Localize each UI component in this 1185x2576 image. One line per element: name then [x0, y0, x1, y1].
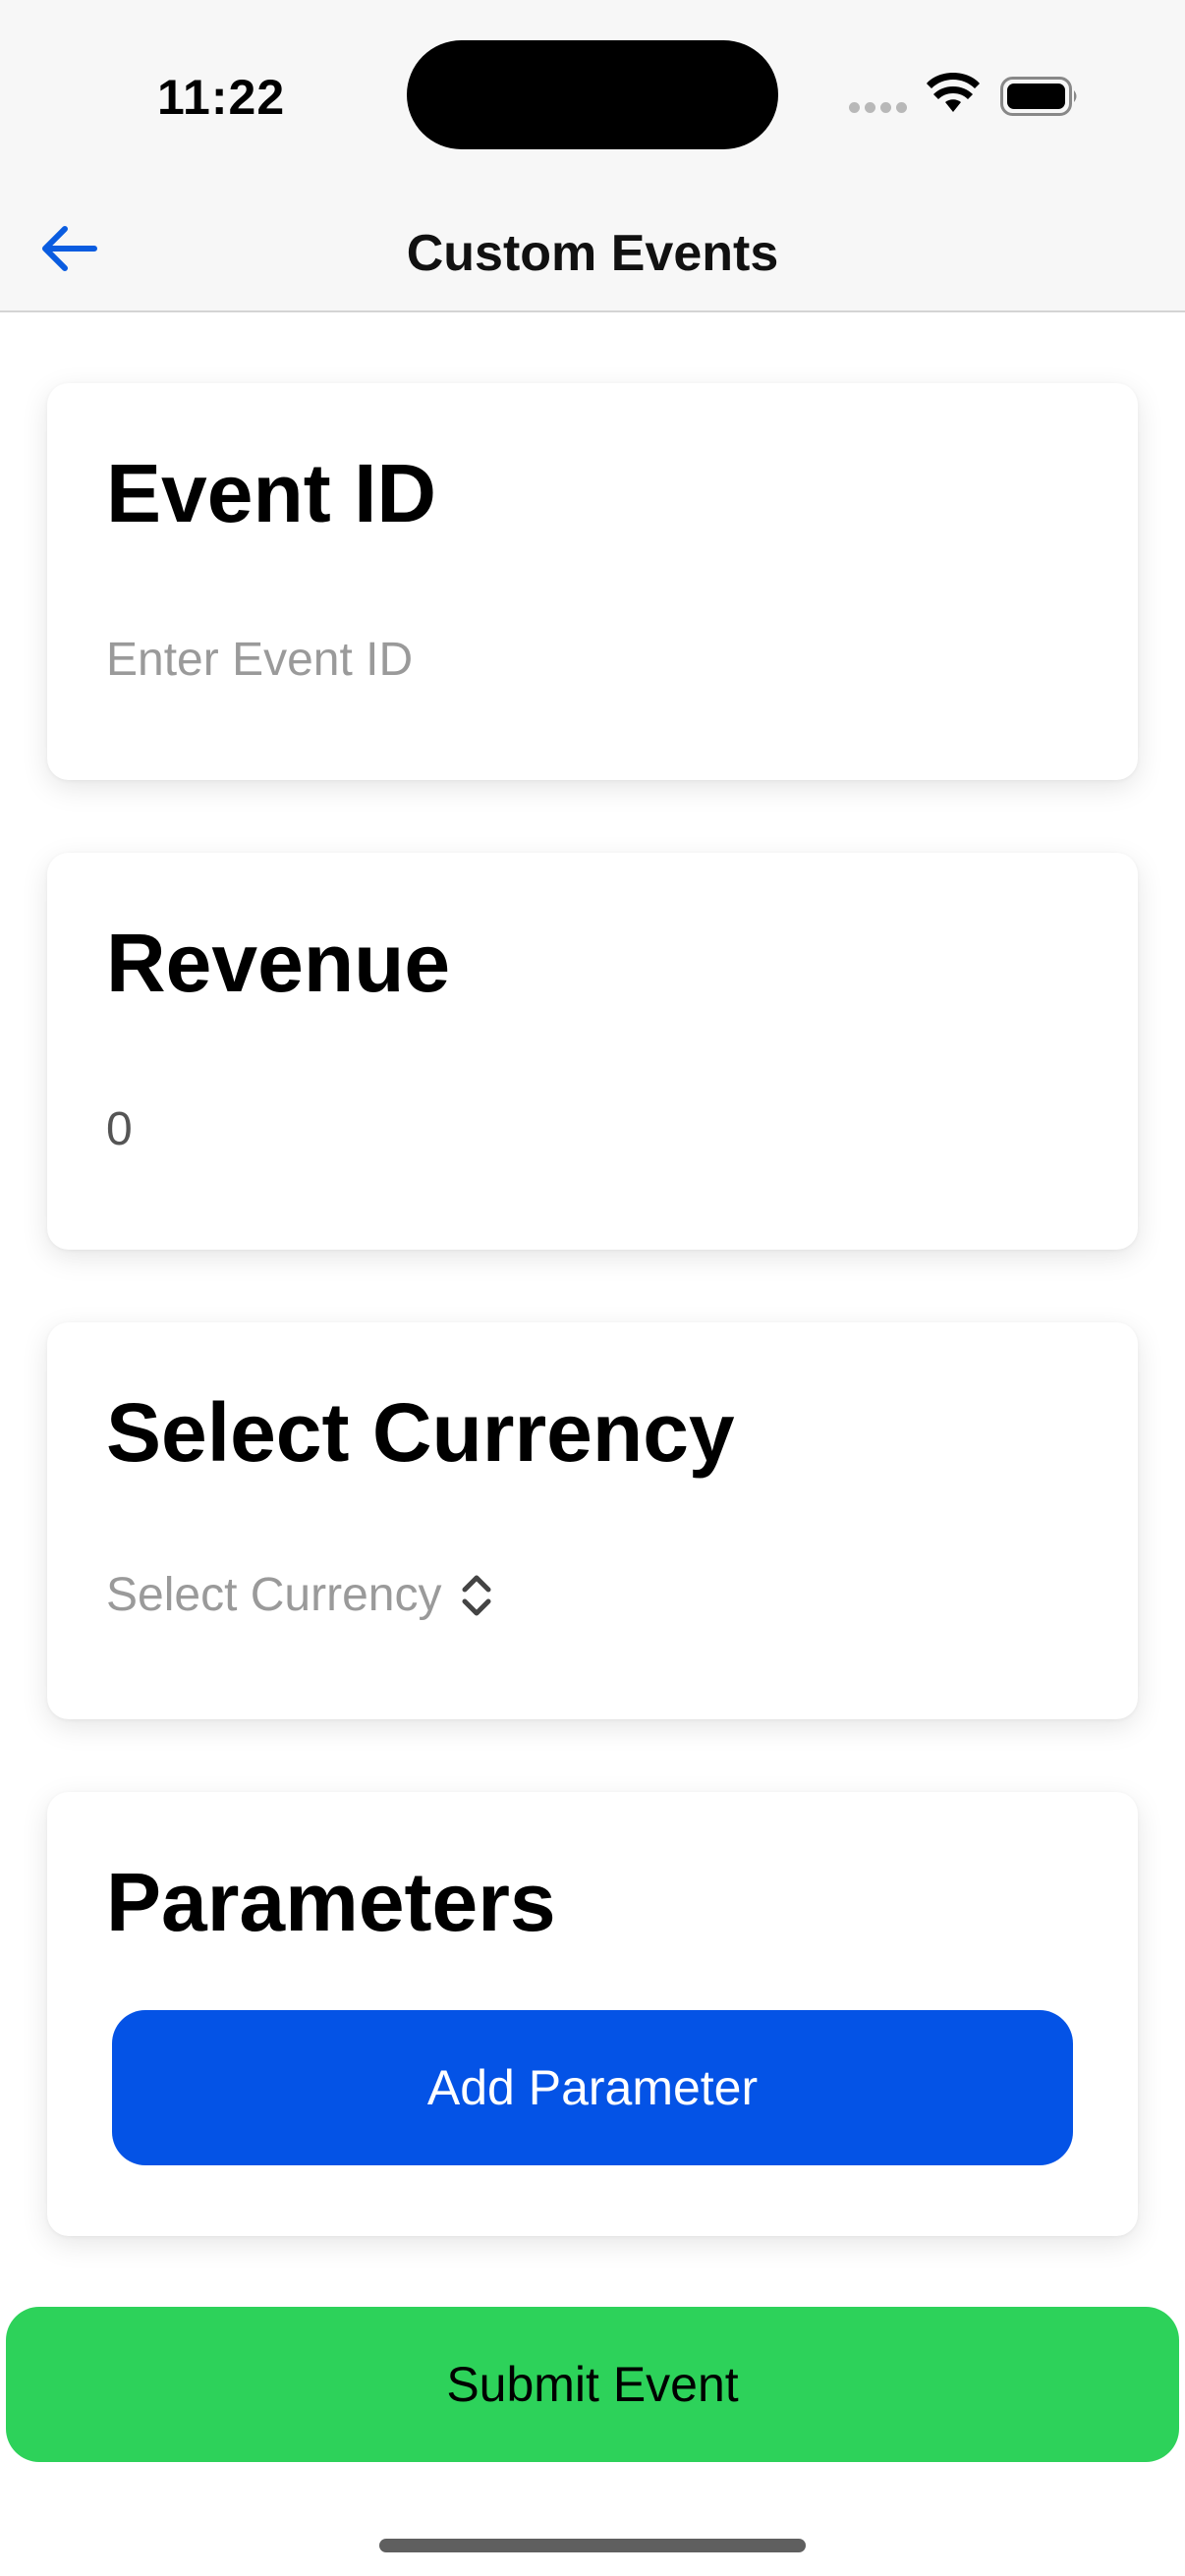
- currency-card: Select Currency Select Currency: [47, 1322, 1138, 1719]
- status-bar: 11:22: [0, 0, 1185, 196]
- currency-select-value: Select Currency: [106, 1569, 442, 1621]
- page-title: Custom Events: [406, 225, 779, 282]
- signal-dots-icon: [849, 102, 908, 116]
- event-id-card: Event ID: [47, 383, 1138, 780]
- event-id-label: Event ID: [106, 447, 437, 539]
- event-id-input[interactable]: [106, 625, 1049, 694]
- wifi-icon: [927, 73, 980, 112]
- currency-select[interactable]: Select Currency: [106, 1568, 494, 1622]
- currency-label: Select Currency: [106, 1386, 735, 1479]
- revenue-card: Revenue: [47, 853, 1138, 1250]
- revenue-input[interactable]: [106, 1094, 1049, 1163]
- status-time: 11:22: [157, 70, 286, 125]
- parameters-label: Parameters: [106, 1856, 556, 1948]
- home-indicator: [379, 2539, 806, 2552]
- chevron-up-down-icon: [462, 1575, 491, 1615]
- parameters-card: Parameters Add Parameter: [47, 1792, 1138, 2236]
- navigation-bar: Custom Events: [0, 196, 1185, 312]
- battery-icon: [1000, 77, 1077, 116]
- submit-event-button[interactable]: Submit Event: [6, 2307, 1179, 2462]
- dynamic-island: [407, 40, 778, 149]
- add-parameter-button[interactable]: Add Parameter: [112, 2010, 1073, 2165]
- revenue-label: Revenue: [106, 917, 451, 1009]
